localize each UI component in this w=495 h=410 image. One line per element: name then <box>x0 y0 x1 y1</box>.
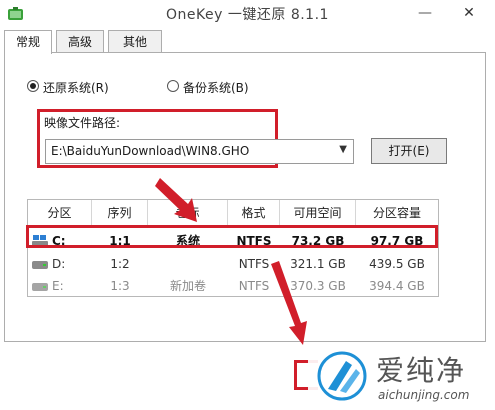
image-path-select[interactable]: E:\BaiduYunDownload\WIN8.GHO ▼ <box>45 139 354 164</box>
radio-checked-icon[interactable] <box>27 80 39 92</box>
cell-drive: E: <box>52 279 64 293</box>
cell-index: 1:3 <box>110 279 130 293</box>
watermark-logo-icon <box>317 351 367 401</box>
partition-table: 分区 序列 卷标 格式 可用空间 分区容量 C: 1:1 系统 NTFS 73.… <box>27 199 439 297</box>
radio-unchecked-icon[interactable] <box>167 80 179 92</box>
column-header-label[interactable]: 卷标 <box>148 200 228 227</box>
table-row[interactable]: D: 1:2 NTFS 321.1 GB 439.5 GB <box>28 254 438 274</box>
backup-system-label: 备份系统(B) <box>183 81 249 95</box>
drive-icon <box>32 283 48 291</box>
cell-label <box>148 254 228 274</box>
cell-free: 370.3 GB <box>290 279 346 293</box>
tab-other[interactable]: 其他 <box>108 30 162 52</box>
restore-system-radio[interactable]: 还原系统(R) <box>27 79 167 95</box>
watermark-url: aichunjing.com <box>378 388 470 402</box>
backup-system-radio[interactable]: 备份系统(B) <box>167 79 307 95</box>
column-header-index[interactable]: 序列 <box>92 200 148 227</box>
cell-size: 394.4 GB <box>369 279 425 293</box>
cell-format: NTFS <box>238 257 270 271</box>
table-row[interactable]: E: 1:3 新加卷 NTFS 370.3 GB 394.4 GB <box>28 276 438 296</box>
image-path-value: E:\BaiduYunDownload\WIN8.GHO <box>51 144 250 158</box>
cell-format: NTFS <box>238 279 270 293</box>
chevron-down-icon[interactable]: ▼ <box>339 144 347 155</box>
column-header-size[interactable]: 分区容量 <box>356 200 438 227</box>
tab-general[interactable]: 常规 <box>4 30 52 54</box>
cell-size: 439.5 GB <box>369 257 425 271</box>
open-button[interactable]: 打开(E) <box>371 138 447 164</box>
column-header-format[interactable]: 格式 <box>228 200 280 227</box>
watermark-brand: 爱纯净 <box>376 354 467 387</box>
restore-system-label: 还原系统(R) <box>43 81 109 95</box>
cell-drive: D: <box>52 257 66 271</box>
column-header-free[interactable]: 可用空间 <box>280 200 356 227</box>
image-path-label: 映像文件路径: <box>44 116 121 130</box>
minimize-button[interactable]: — <box>413 2 437 24</box>
cell-label: 新加卷 <box>169 279 206 293</box>
title-bar: OneKey 一键还原 8.1.1 — ✕ <box>0 0 495 28</box>
cell-free: 321.1 GB <box>290 257 346 271</box>
watermark: 爱纯净 aichunjing.com <box>308 345 495 410</box>
tab-advanced[interactable]: 高级 <box>56 30 104 52</box>
drive-icon <box>32 261 48 269</box>
column-header-partition[interactable]: 分区 <box>28 200 92 227</box>
cell-index: 1:2 <box>110 257 130 271</box>
close-button[interactable]: ✕ <box>448 2 490 24</box>
selected-row-highlight <box>26 225 438 248</box>
